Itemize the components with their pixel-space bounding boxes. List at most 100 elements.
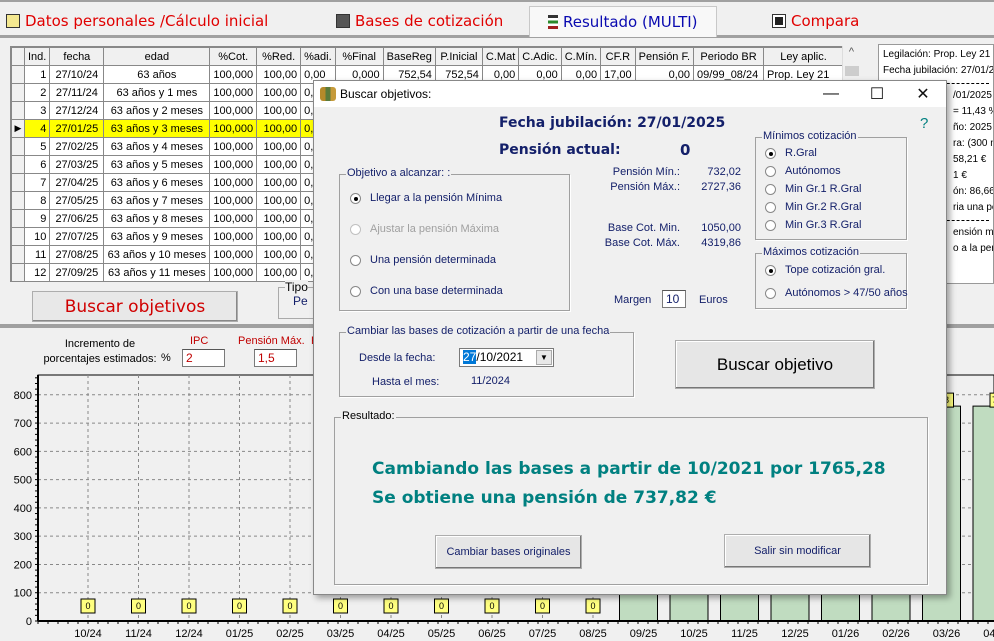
objetivo-option[interactable]: Con una base determinada [350,285,503,297]
column-header[interactable]: %adi. [300,47,336,66]
scroll-thumb[interactable] [845,66,859,76]
x-tick-label: 04/25 [377,628,405,640]
column-header[interactable]: %Final [334,47,384,66]
x-tick-label: 11/24 [125,628,152,640]
column-header[interactable]: fecha [49,47,105,66]
x-tick-label: 03/25 [327,628,355,640]
data-label: 0 [186,601,191,611]
cell-ind: 10 [23,227,51,246]
buscar-objetivos-dialog: Buscar objetivos: — ☐ ✕ Fecha jubilación… [313,80,947,595]
minimos-option[interactable]: Min Gr.1 R.Gral [765,183,861,195]
cell-ind: 11 [23,245,51,264]
cell-cot: 100,000 [209,191,258,210]
cell-fecha: 27/08/25 [49,245,105,264]
column-header[interactable]: Periodo BR [693,47,765,66]
cell-ind: 5 [23,137,51,156]
column-header[interactable]: BaseReg [382,47,436,66]
buscar-objetivos-button[interactable]: Buscar objetivos [32,291,238,322]
pension-max-input[interactable] [254,349,297,367]
cell-edad: 63 años y 2 meses [103,101,211,120]
maximos-option[interactable]: Autónomos > 47/50 años [765,287,908,299]
minimos-option[interactable]: R.Gral [765,147,817,159]
column-header[interactable]: Ley aplic. [763,47,845,66]
row-indicator[interactable] [11,65,25,84]
row-indicator[interactable] [11,173,25,192]
row-indicator[interactable] [11,227,25,246]
cell-edad: 63 años y 4 meses [103,137,211,156]
cell-red: 100,00 [256,227,302,246]
info-line: /01/2025 - [953,90,994,101]
column-header[interactable]: Ind. [23,47,51,66]
cell-ind: 8 [23,191,51,210]
column-header[interactable]: C.Mat [481,47,520,66]
radio-label: Min Gr.2 R.Gral [785,201,862,213]
info-line: = 11,43 % [953,106,994,117]
column-header[interactable]: %Cot. [209,47,258,66]
salir-sin-modificar-button[interactable]: Salir sin modificar [724,534,871,568]
row-indicator[interactable] [11,263,25,281]
cell-fecha: 27/05/25 [49,191,105,210]
value-number: 2727,36 [701,181,741,193]
ipc-input[interactable] [182,349,225,367]
column-header[interactable]: Pensión F. [634,47,695,66]
cell-ind: 2 [23,83,51,102]
tab-resultado-multi[interactable]: Resultado (MULTI) [529,6,717,37]
data-label: 0 [136,601,141,611]
scroll-up-icon[interactable]: ^ [843,46,860,64]
margen-input[interactable] [662,290,686,308]
row-indicator[interactable] [11,83,25,102]
tipo-radio[interactable]: Pe [287,294,308,313]
tab-bases-cotizacion[interactable]: Bases de cotización [336,6,503,36]
maximos-legend: Máximos cotización [762,246,860,258]
row-indicator[interactable]: ▶ [11,119,25,138]
minimos-option[interactable]: Autónomos [765,165,841,177]
dialog-title: Buscar objetivos: [340,87,432,101]
data-label: 0 [540,601,545,611]
row-indicator[interactable] [11,101,25,120]
column-header[interactable]: C.Mín. [560,47,602,66]
column-header[interactable]: CF.R [600,47,636,66]
row-indicator-header [11,47,25,66]
tab-datos-personales[interactable]: Datos personales /Cálculo inicial [6,6,268,36]
row-indicator[interactable] [11,155,25,174]
tab-compara[interactable]: Compara [772,6,859,36]
x-tick-label: 06/25 [478,628,506,640]
row-indicator[interactable] [11,137,25,156]
cell-edad: 63 años y 6 meses [103,173,211,192]
row-indicator[interactable] [11,209,25,228]
minimos-option[interactable]: Min Gr.3 R.Gral [765,219,861,231]
cell-edad: 63 años y 11 meses [103,263,211,281]
row-indicator[interactable] [11,191,25,210]
desde-label: Desde la fecha: [359,352,436,364]
value-label: Pensión Mín.: [612,166,680,178]
radio-label: Min Gr.1 R.Gral [785,183,862,195]
column-header[interactable]: P.Inicial [434,47,483,66]
objetivo-option[interactable]: Llegar a la pensión Mínima [350,192,502,204]
x-tick-label: 05/25 [428,628,456,640]
column-header[interactable]: %Red. [256,47,302,66]
x-tick-label: 11/25 [731,628,758,640]
info-line: 58,21 € [953,154,987,165]
minimize-button[interactable]: — [808,81,854,107]
radio-label: R.Gral [785,147,817,159]
close-button[interactable]: ✕ [900,81,946,107]
radio-dot [765,219,776,231]
maximize-button[interactable]: ☐ [854,81,900,107]
cell-edad: 63 años y 9 meses [103,227,211,246]
column-header[interactable]: edad [103,47,211,66]
desde-date-picker[interactable]: 27/10/2021 ▼ [459,348,554,367]
help-icon[interactable]: ? [920,115,928,132]
buscar-objetivo-button[interactable]: Buscar objetivo [675,340,875,389]
row-indicator[interactable] [11,245,25,264]
column-header[interactable]: C.Adic. [518,47,562,66]
chevron-down-icon[interactable]: ▼ [536,350,552,365]
data-label: 0 [237,601,242,611]
dialog-titlebar[interactable]: Buscar objetivos: — ☐ ✕ [314,81,946,107]
minimos-option[interactable]: Min Gr.2 R.Gral [765,201,861,213]
y-tick-label: 200 [14,559,32,571]
x-tick-label: 03/26 [933,628,961,640]
cambiar-bases-originales-button[interactable]: Cambiar bases originales [435,535,582,569]
objetivo-option[interactable]: Una pensión determinada [350,254,496,266]
maximos-option[interactable]: Tope cotización gral. [765,264,885,276]
cell-fecha: 27/06/25 [49,209,105,228]
